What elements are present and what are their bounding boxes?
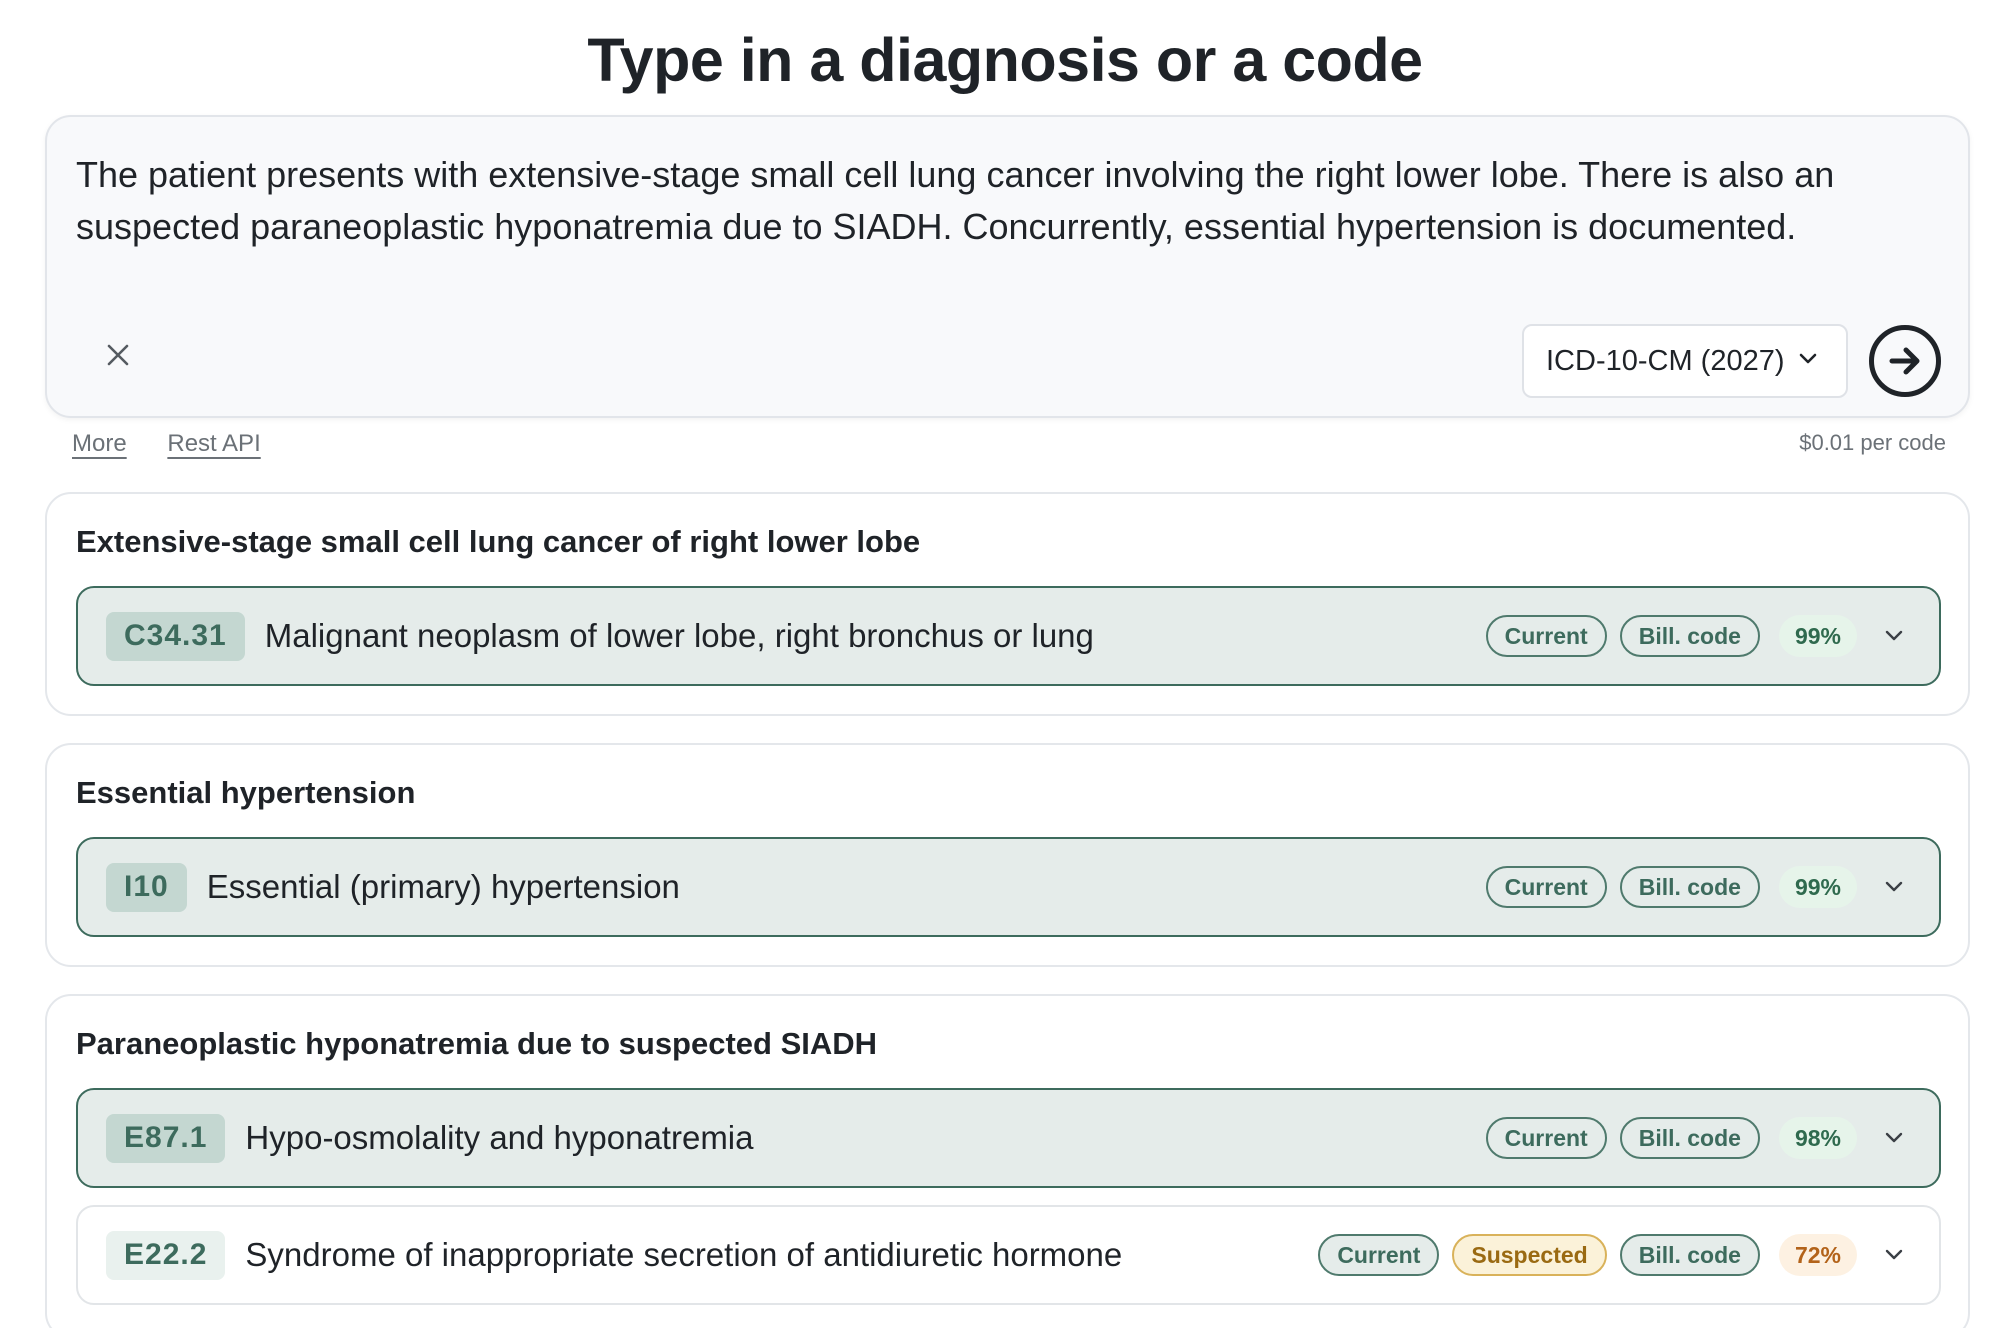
code-row[interactable]: C34.31 Malignant neoplasm of lower lobe,… — [76, 586, 1941, 686]
status-badge: Current — [1485, 615, 1607, 657]
arrow-right-icon — [1889, 347, 1920, 375]
code-row[interactable]: I10 Essential (primary) hypertension Cur… — [76, 837, 1941, 937]
clear-button[interactable] — [95, 332, 141, 378]
diagnosis-group: Essential hypertension I10 Essential (pr… — [45, 743, 1970, 967]
chevron-down-icon — [1885, 630, 1903, 641]
code-label: C34.31 — [106, 611, 245, 661]
group-title: Essential hypertension — [76, 775, 416, 810]
code-description: Hypo-osmolality and hyponatremia — [245, 1119, 754, 1156]
more-link[interactable]: More — [72, 430, 127, 457]
diagnosis-group: Extensive-stage small cell lung cancer o… — [45, 492, 1970, 716]
suspected-badge: Suspected — [1452, 1234, 1607, 1276]
close-icon — [107, 344, 129, 366]
expand-toggle[interactable] — [1879, 1131, 1909, 1145]
page-title: Type in a diagnosis or a code — [587, 26, 1423, 94]
code-label: E22.2 — [106, 1230, 226, 1280]
expand-toggle[interactable] — [1879, 880, 1909, 894]
submit-button[interactable] — [1869, 325, 1941, 397]
code-row[interactable]: E87.1 Hypo-osmolality and hyponatremia C… — [76, 1088, 1941, 1188]
group-title: Extensive-stage small cell lung cancer o… — [76, 524, 921, 559]
price-note: $0.01 per code — [1799, 430, 1946, 455]
footer-links: More Rest API — [72, 430, 295, 458]
code-system-select[interactable]: ICD-10-CM (2027) — [1522, 324, 1848, 398]
billable-badge: Bill. code — [1619, 615, 1760, 657]
group-title: Paraneoplastic hyponatremia due to suspe… — [76, 1026, 878, 1061]
confidence-badge: 99% — [1778, 615, 1857, 657]
code-row[interactable]: E22.2 Syndrome of inappropriate secretio… — [76, 1205, 1941, 1305]
code-label: E87.1 — [106, 1113, 226, 1163]
code-description: Syndrome of inappropriate secretion of a… — [245, 1236, 1123, 1273]
diagnosis-text-input[interactable]: The patient presents with extensive-stag… — [76, 149, 1936, 253]
rest-api-link[interactable]: Rest API — [167, 430, 260, 457]
billable-badge: Bill. code — [1619, 1234, 1760, 1276]
expand-toggle[interactable] — [1879, 1248, 1909, 1262]
code-description: Essential (primary) hypertension — [206, 868, 680, 905]
chevron-down-icon — [1799, 353, 1817, 364]
expand-toggle[interactable] — [1879, 629, 1909, 643]
diagnosis-group: Paraneoplastic hyponatremia due to suspe… — [45, 994, 1970, 1328]
diagnosis-input-card: The patient presents with extensive-stag… — [45, 115, 1970, 418]
code-description: Malignant neoplasm of lower lobe, right … — [264, 617, 1094, 654]
chevron-down-icon — [1885, 1249, 1903, 1260]
code-label: I10 — [106, 862, 187, 912]
confidence-badge: 72% — [1778, 1234, 1857, 1276]
billable-badge: Bill. code — [1619, 866, 1760, 908]
status-badge: Current — [1485, 1117, 1607, 1159]
confidence-badge: 98% — [1778, 1117, 1857, 1159]
code-system-select-value: ICD-10-CM (2027) — [1546, 344, 1785, 377]
chevron-down-icon — [1885, 881, 1903, 892]
chevron-down-icon — [1885, 1132, 1903, 1143]
confidence-badge: 99% — [1778, 866, 1857, 908]
billable-badge: Bill. code — [1619, 1117, 1760, 1159]
status-badge: Current — [1318, 1234, 1440, 1276]
status-badge: Current — [1485, 866, 1607, 908]
